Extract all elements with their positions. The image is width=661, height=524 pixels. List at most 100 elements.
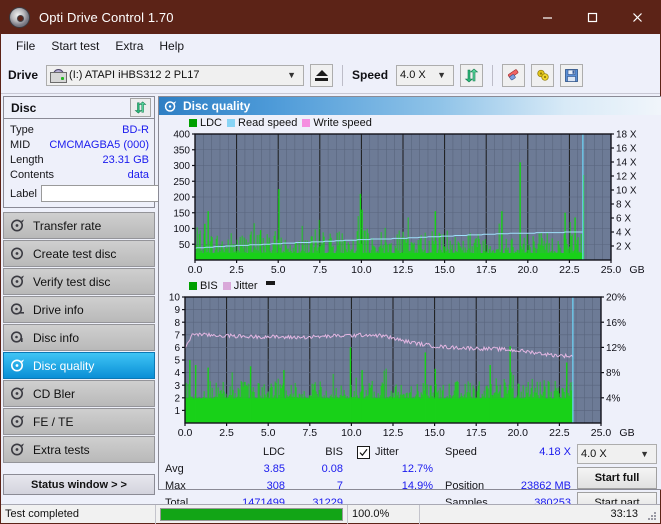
svg-text:8: 8 <box>174 318 180 329</box>
status-window-button[interactable]: Status window > > <box>3 474 155 495</box>
jitter-header: Jitter <box>357 444 433 461</box>
drive-select[interactable]: (I:) ATAPI iHBS312 2 PL17 ▼ <box>46 64 305 86</box>
menu-start-test[interactable]: Start test <box>43 37 107 55</box>
disc-label-row: Label <box>10 184 244 203</box>
stats-bis-avg: 0.08 <box>321 463 343 475</box>
disc-row-mid: MID CMCMAGBA5 (000) <box>10 137 149 152</box>
legend-label-read-speed: Read speed <box>238 117 298 129</box>
svg-text:20%: 20% <box>606 293 626 304</box>
svg-text:22.5: 22.5 <box>549 427 570 439</box>
test-speed-select[interactable]: 4.0 X ▼ <box>577 444 657 464</box>
window-controls <box>525 1 660 34</box>
disc-value-contents: data <box>127 168 149 181</box>
stats-header-blank <box>165 444 223 461</box>
disc-quality-icon <box>11 359 24 372</box>
disc-key-type: Type <box>10 123 34 136</box>
eraser-button[interactable] <box>502 63 526 87</box>
stats-blank-1 <box>445 461 507 478</box>
speed-select-value: 4.0 X <box>400 69 426 81</box>
menu-help[interactable]: Help <box>151 37 192 55</box>
svg-text:2 X: 2 X <box>616 242 631 253</box>
tools-button[interactable] <box>531 63 555 87</box>
label-text: Label <box>10 187 37 200</box>
menu-bar: File Start test Extra Help <box>1 34 660 57</box>
stats-header-ldc: LDC <box>262 446 285 458</box>
svg-text:150: 150 <box>173 208 190 219</box>
legend-label-jitter: Jitter <box>233 280 258 292</box>
svg-text:350: 350 <box>173 145 190 156</box>
svg-text:4 X: 4 X <box>616 228 631 239</box>
disc-refresh-button[interactable] <box>130 98 151 117</box>
disc-row-contents: Contents data <box>10 167 149 182</box>
refresh-icon <box>464 68 479 82</box>
svg-text:12%: 12% <box>606 343 626 354</box>
svg-text:12.5: 12.5 <box>393 264 414 276</box>
legend-swatch-bis <box>189 282 197 290</box>
check-icon <box>359 448 368 457</box>
status-message: Test completed <box>1 504 156 524</box>
progress-bar <box>160 507 343 521</box>
jitter-checkbox[interactable] <box>357 446 370 459</box>
sidebar-item-create-test-disc[interactable]: Create test disc <box>3 240 155 267</box>
disc-burn-icon <box>11 247 23 260</box>
svg-text:10.0: 10.0 <box>341 427 362 439</box>
svg-text:17.5: 17.5 <box>466 427 487 439</box>
tools-icon <box>536 69 549 81</box>
sidebar-item-extra-tests[interactable]: Extra tests <box>3 436 155 463</box>
svg-text:16%: 16% <box>606 318 626 329</box>
svg-text:4%: 4% <box>606 393 621 404</box>
sidebar-item-cd-bler[interactable]: CD Bler <box>3 380 155 407</box>
svg-text:2: 2 <box>174 393 180 404</box>
save-button[interactable] <box>560 63 584 87</box>
speed-select[interactable]: 4.0 X ▼ <box>396 64 455 86</box>
menu-extra[interactable]: Extra <box>107 37 151 55</box>
sidebar-item-fe-te[interactable]: FE / TE <box>3 408 155 435</box>
sidebar-item-disc-quality[interactable]: Disc quality <box>3 352 155 379</box>
legend-label-write-speed: Write speed <box>313 117 372 129</box>
eject-button[interactable] <box>310 63 334 87</box>
fe-te-icon <box>11 415 24 428</box>
main-panel: Disc quality LDC Read speed Write speed <box>158 94 661 514</box>
sidebar-item-disc-info[interactable]: Disc info <box>3 324 155 351</box>
svg-text:25.0: 25.0 <box>601 264 622 276</box>
svg-text:8 X: 8 X <box>616 200 631 211</box>
disc-panel-header: Disc <box>4 97 154 119</box>
maximize-icon[interactable] <box>570 1 615 34</box>
resize-grip[interactable] <box>646 510 657 521</box>
legend-item-write-speed: Write speed <box>302 117 372 129</box>
app-window: Opti Drive Control 1.70 File Start test … <box>0 0 661 524</box>
start-full-button[interactable]: Start full <box>577 467 657 489</box>
stats-bis-max: 7 <box>336 480 343 492</box>
disc-row-length: Length 23.31 GB <box>10 152 149 167</box>
drive-label: Drive <box>8 68 39 82</box>
svg-text:1: 1 <box>174 406 180 417</box>
legend-label-ldc: LDC <box>200 117 223 129</box>
legend-swatch-jitter <box>222 282 231 290</box>
menu-file[interactable]: File <box>8 37 43 55</box>
bis-chart-legend: BIS Jitter <box>159 278 661 293</box>
sidebar-item-transfer-rate[interactable]: Transfer rate <box>3 212 155 239</box>
svg-text:15.0: 15.0 <box>434 264 455 276</box>
toolbar: Drive (I:) ATAPI iHBS312 2 PL17 ▼ Speed … <box>1 57 660 94</box>
disc-key-contents: Contents <box>10 168 55 181</box>
toolbar-divider-2 <box>492 64 494 86</box>
svg-text:10.0: 10.0 <box>351 264 372 276</box>
refresh-button[interactable] <box>460 63 484 87</box>
legend-swatch-extra <box>265 281 275 285</box>
extra-tests-icon <box>11 443 24 456</box>
stats-jitter-avg: 12.7% <box>401 463 433 475</box>
close-icon[interactable] <box>615 1 660 34</box>
svg-text:5: 5 <box>174 356 180 367</box>
sidebar-item-drive-info[interactable]: Drive info <box>3 296 155 323</box>
svg-text:14 X: 14 X <box>616 158 637 169</box>
sidebar-item-verify-test-disc[interactable]: Verify test disc <box>3 268 155 295</box>
sidebar-label-drive-info: Drive info <box>33 302 84 317</box>
sidebar-label-disc-quality: Disc quality <box>33 358 95 373</box>
bis-jitter-chart: 1 2 3 4 5 6 7 8 9 10 4% 8% 12% 16% 20% 0.0 2.5 5.0 7.5 10.0… <box>159 293 661 441</box>
speed-label: Speed <box>445 446 477 458</box>
svg-text:3: 3 <box>174 381 180 392</box>
test-speed-value: 4.0 X <box>581 448 607 460</box>
minimize-icon[interactable] <box>525 1 570 34</box>
legend-swatch-write-speed <box>302 119 311 127</box>
content-area: Disc Type BD-R MID CMCMAGBA5 (000) Lengt… <box>1 94 661 514</box>
